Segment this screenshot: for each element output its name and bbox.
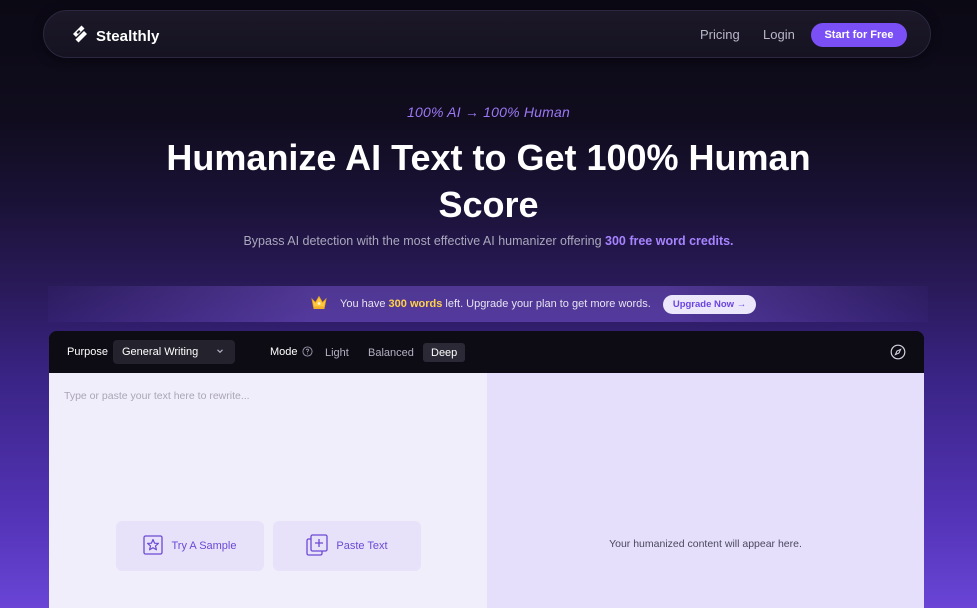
- paste-text-label: Paste Text: [336, 540, 388, 552]
- purpose-label: Purpose: [67, 346, 108, 358]
- upgrade-now-button[interactable]: Upgrade Now →: [662, 294, 757, 314]
- navbar: Stealthly Pricing Login Start for Free: [43, 10, 931, 58]
- credits-text: You have 300 words left. Upgrade your pl…: [340, 298, 651, 310]
- credits-banner-content: You have 300 words left. Upgrade your pl…: [310, 293, 757, 316]
- mode-option-light[interactable]: Light: [317, 343, 357, 362]
- credits-prefix: You have: [340, 298, 389, 310]
- subhead-highlight: 300 free word credits.: [605, 234, 734, 248]
- star-icon: [143, 534, 164, 558]
- logo-icon: [70, 24, 90, 49]
- subhead-text: Bypass AI detection with the most effect…: [243, 234, 605, 248]
- mode-option-balanced[interactable]: Balanced: [360, 343, 422, 362]
- input-placeholder: Type or paste your text here to rewrite.…: [64, 390, 250, 402]
- input-pane[interactable]: Type or paste your text here to rewrite.…: [49, 373, 487, 608]
- paste-text-button[interactable]: Paste Text: [273, 521, 421, 571]
- hero-subhead: Bypass AI detection with the most effect…: [0, 234, 977, 248]
- brand-name: Stealthly: [96, 28, 160, 45]
- credits-banner: You have 300 words left. Upgrade your pl…: [48, 286, 928, 322]
- mode-option-deep[interactable]: Deep: [423, 343, 466, 362]
- crown-icon: [310, 293, 340, 316]
- purpose-value: General Writing: [122, 346, 199, 358]
- mode-label: Mode: [270, 346, 298, 358]
- output-placeholder: Your humanized content will appear here.: [609, 538, 802, 550]
- brand[interactable]: Stealthly: [70, 24, 159, 49]
- purpose-select[interactable]: General Writing: [113, 340, 235, 364]
- humanizer-editor: Purpose General Writing Mode Light Balan…: [49, 331, 924, 608]
- hero-tagline: 100% AI → 100% Human: [406, 104, 570, 120]
- editor-toolbar: Purpose General Writing Mode Light Balan…: [49, 331, 924, 373]
- nav-link-login[interactable]: Login: [763, 27, 795, 42]
- credits-suffix: left. Upgrade your plan to get more word…: [442, 298, 651, 310]
- try-sample-button[interactable]: Try A Sample: [116, 521, 264, 571]
- hero-headline: Humanize AI Text to Get 100% Human Score: [166, 137, 811, 225]
- paste-icon: [306, 533, 329, 559]
- output-pane: Your humanized content will appear here.: [487, 373, 924, 608]
- try-sample-label: Try A Sample: [171, 540, 237, 552]
- credits-amount: 300 words: [388, 298, 443, 310]
- nav-link-pricing[interactable]: Pricing: [700, 27, 740, 42]
- start-for-free-button[interactable]: Start for Free: [811, 23, 907, 47]
